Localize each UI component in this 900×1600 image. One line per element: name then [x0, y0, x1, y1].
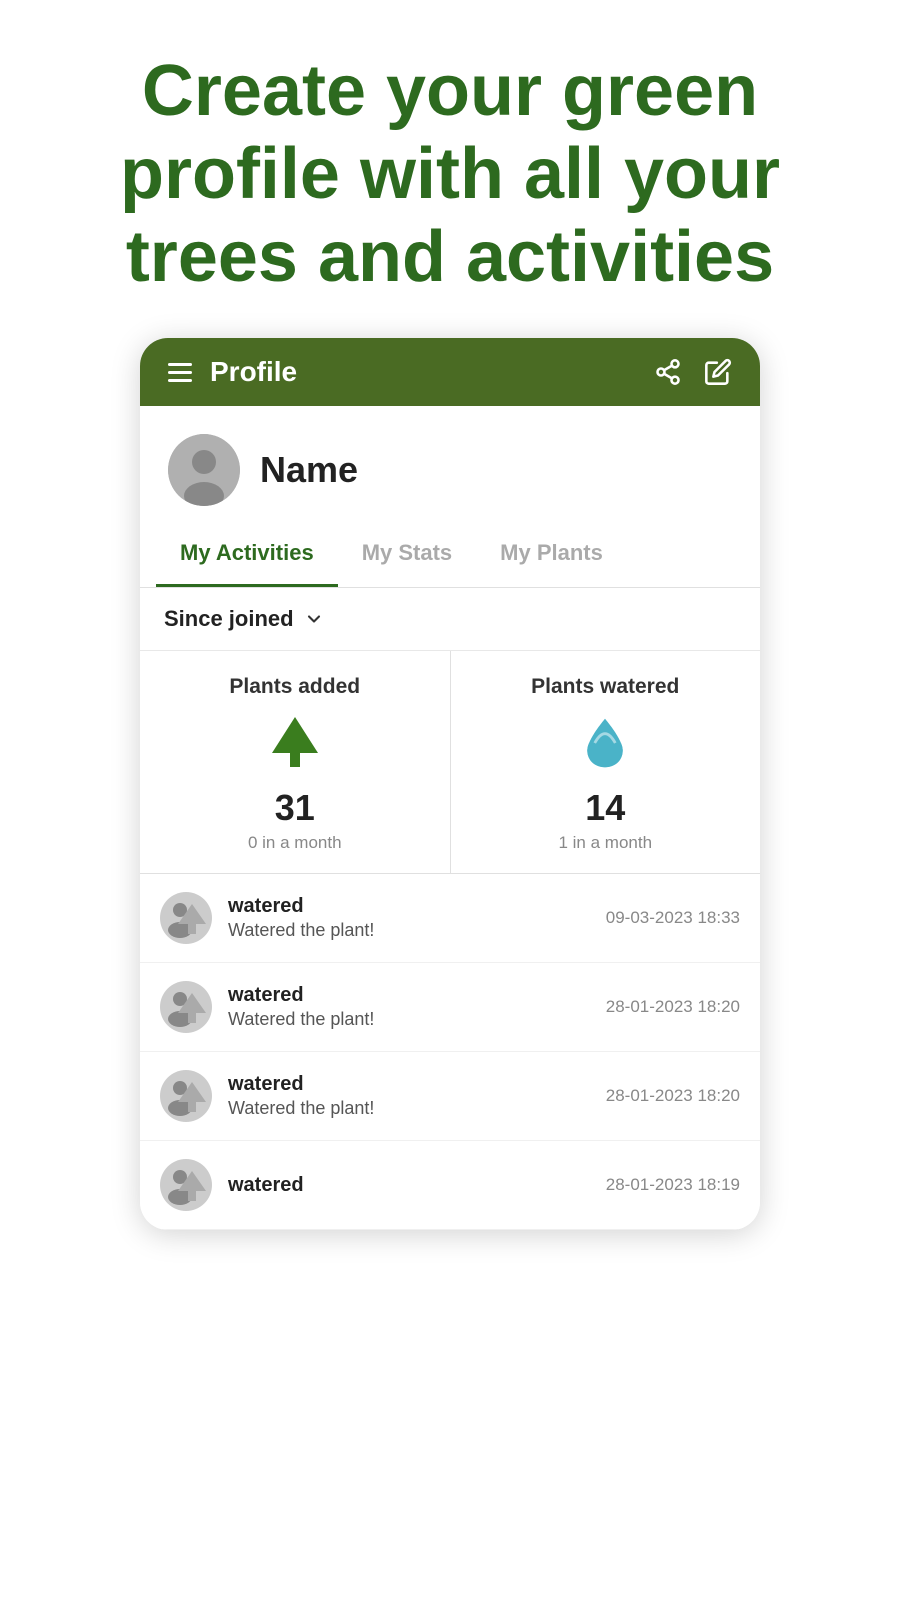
menu-button[interactable] [168, 363, 192, 382]
activity-time-2: 28-01-2023 18:20 [606, 1086, 740, 1106]
stats-row: Plants added 31 0 in a month Plants wate… [140, 651, 760, 873]
filter-row[interactable]: Since joined [140, 588, 760, 651]
activity-item: watered Watered the plant! 09-03-2023 18… [140, 874, 760, 963]
tab-stats[interactable]: My Stats [338, 522, 476, 587]
stat-card-plants-watered: Plants watered 14 1 in a month [451, 651, 761, 873]
activity-text-1: watered Watered the plant! [228, 984, 590, 1030]
stat-card-label-plants: Plants added [229, 675, 360, 699]
activity-item: watered Watered the plant! 28-01-2023 18… [140, 963, 760, 1052]
share-icon [654, 358, 682, 386]
tree-icon [265, 713, 325, 773]
activity-time-1: 28-01-2023 18:20 [606, 997, 740, 1017]
stat-number-plants: 31 [275, 787, 315, 829]
top-bar-left: Profile [168, 356, 297, 388]
activity-action-0: watered [228, 895, 590, 918]
profile-name: Name [260, 449, 358, 491]
activity-action-1: watered [228, 984, 590, 1007]
activity-item: watered Watered the plant! 28-01-2023 18… [140, 1052, 760, 1141]
top-bar-right [654, 358, 732, 386]
activity-plant-icon-2 [160, 1070, 212, 1122]
activity-desc-0: Watered the plant! [228, 920, 590, 941]
profile-section: Name [140, 406, 760, 522]
phone-frame: Profile Name [140, 338, 760, 1230]
tab-activities[interactable]: My Activities [156, 522, 338, 587]
activity-desc-2: Watered the plant! [228, 1098, 590, 1119]
activity-text-0: watered Watered the plant! [228, 895, 590, 941]
headline-section: Create your green profile with all your … [0, 0, 900, 338]
edit-button[interactable] [704, 358, 732, 386]
stat-sublabel-watered: 1 in a month [558, 833, 652, 853]
top-bar-title: Profile [210, 356, 297, 388]
headline-text: Create your green profile with all your … [80, 50, 820, 298]
activity-action-3: watered [228, 1174, 590, 1197]
activity-text-2: watered Watered the plant! [228, 1073, 590, 1119]
stat-sublabel-plants: 0 in a month [248, 833, 342, 853]
stat-card-label-watered: Plants watered [531, 675, 679, 699]
top-bar: Profile [140, 338, 760, 406]
water-drop-icon [575, 713, 635, 773]
activity-text-3: watered [228, 1174, 590, 1197]
tab-plants[interactable]: My Plants [476, 522, 627, 587]
tabs-container: My Activities My Stats My Plants [140, 522, 760, 588]
activity-item: watered 28-01-2023 18:19 [140, 1141, 760, 1230]
stat-card-plants-added: Plants added 31 0 in a month [140, 651, 451, 873]
activity-time-3: 28-01-2023 18:19 [606, 1175, 740, 1195]
activity-plant-icon-1 [160, 981, 212, 1033]
share-button[interactable] [654, 358, 682, 386]
activity-list: watered Watered the plant! 09-03-2023 18… [140, 873, 760, 1230]
filter-label: Since joined [164, 606, 294, 632]
activity-action-2: watered [228, 1073, 590, 1096]
avatar [168, 434, 240, 506]
activity-desc-1: Watered the plant! [228, 1009, 590, 1030]
activity-plant-icon-0 [160, 892, 212, 944]
activity-plant-icon-3 [160, 1159, 212, 1211]
stat-number-watered: 14 [585, 787, 625, 829]
edit-icon [704, 358, 732, 386]
activity-time-0: 09-03-2023 18:33 [606, 908, 740, 928]
chevron-down-icon [304, 609, 324, 629]
